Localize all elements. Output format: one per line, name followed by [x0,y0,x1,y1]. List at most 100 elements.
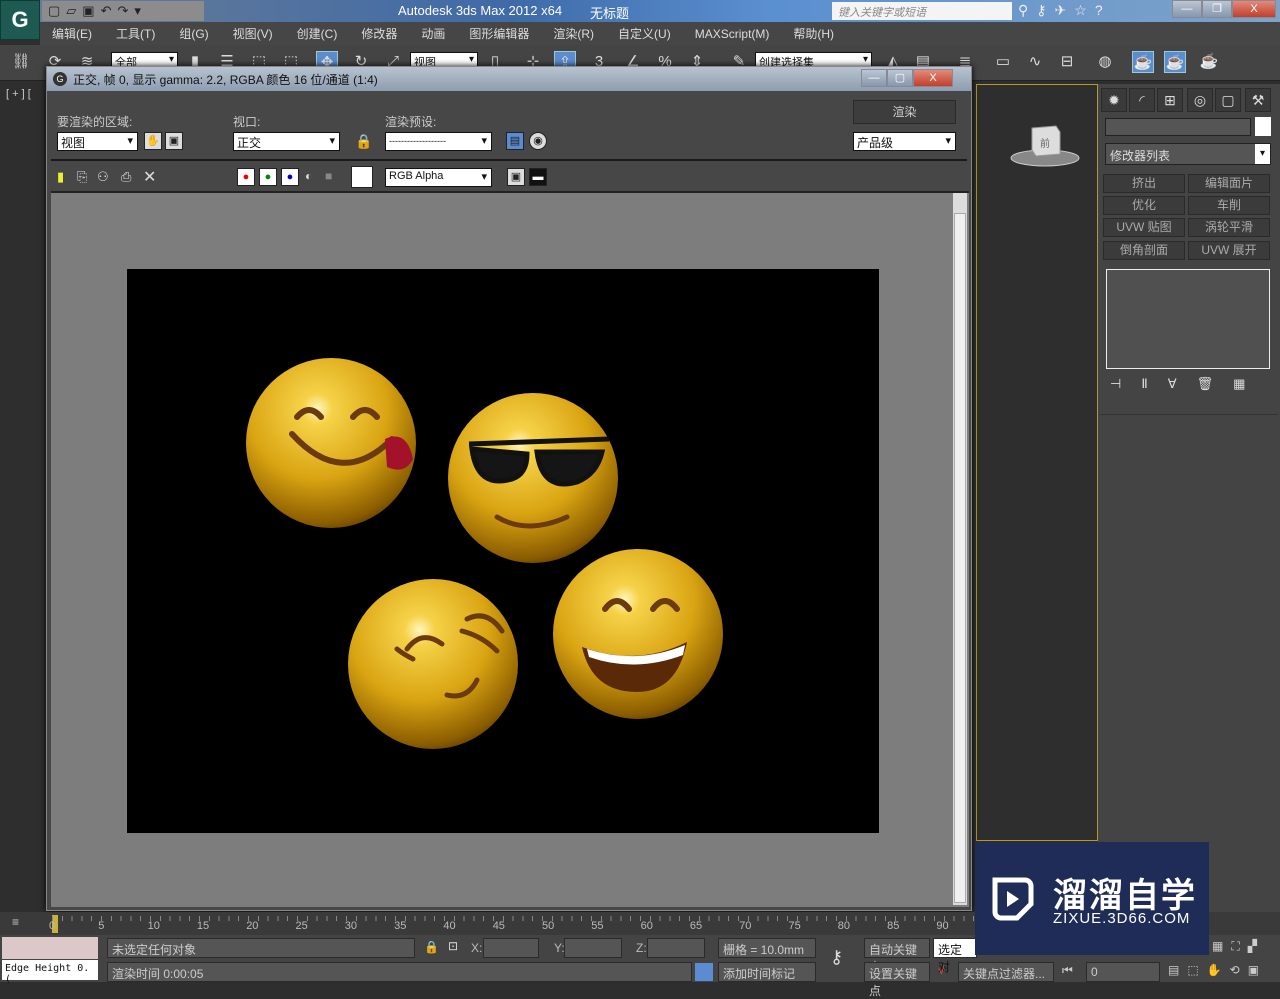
menu-animation[interactable]: 动画 [409,25,457,42]
toggle-track-bar-icon[interactable]: ≡ [12,915,19,929]
key-filters-button[interactable]: 关键点过滤器... [958,962,1054,982]
time-config-icon[interactable]: ▤ [1168,963,1179,977]
utilities-tab-icon[interactable]: ⚒ [1245,88,1271,112]
modifier-button-bevel-profile[interactable]: 倒角剖面 [1103,241,1185,260]
new-file-icon[interactable]: ▢ [48,3,60,19]
modifier-button-unwrap-uvw[interactable]: UVW 展开 [1188,241,1270,260]
alpha-channel-icon[interactable]: ◐ [305,169,312,183]
remove-modifier-icon[interactable]: 🗑 [1197,376,1214,392]
object-color-swatch[interactable] [1255,117,1271,136]
undo-icon[interactable]: ↶ [101,3,112,19]
color-swatch[interactable] [351,166,373,188]
dialog-close-button[interactable]: X [913,69,953,87]
restore-button[interactable]: ❐ [1202,0,1232,18]
customize-dropdown-icon[interactable]: ▾ [134,3,141,19]
display-tab-icon[interactable]: ▢ [1215,88,1241,112]
pan-icon[interactable]: ✋ [1207,963,1222,977]
zoom-extents-icon[interactable]: ▦ [1212,939,1223,954]
show-end-result-icon[interactable]: Ⅱ [1141,376,1147,392]
rendered-frame-window-icon[interactable]: ☕ [1164,51,1186,73]
lock-icon[interactable]: 🔒 [355,133,372,150]
orbit-icon[interactable]: ⟲ [1230,963,1240,977]
absolute-mode-icon[interactable]: ⊡ [448,939,458,953]
x-coordinate-input[interactable] [483,938,539,958]
schematic-view-icon[interactable]: ⊟ [1056,51,1078,73]
motion-tab-icon[interactable]: ◎ [1187,88,1213,112]
toggle-ui-icon[interactable]: ▬ [529,168,547,186]
toggle-ui-overlay-icon[interactable]: ▣ [507,168,525,186]
time-slider[interactable]: 0 5 10 15 20 25 30 35 40 45 50 55 60 65 70 75 80 85 90 [49,912,974,935]
star-icon[interactable]: ☆ [1074,2,1087,19]
menu-rendering[interactable]: 渲染(R) [541,25,606,42]
object-name-field[interactable] [1105,118,1251,136]
modifier-button-turbosmooth[interactable]: 涡轮平滑 [1188,218,1270,237]
configure-modifier-sets-icon[interactable]: ▦ [1233,376,1245,392]
viewport-dropdown[interactable]: 正交 [233,132,340,151]
close-button[interactable]: X [1232,0,1276,18]
dialog-maximize-button[interactable]: ▢ [887,69,913,87]
blue-channel-toggle[interactable]: ● [281,168,299,186]
red-channel-toggle[interactable]: ● [237,168,255,186]
create-tab-icon[interactable]: ✹ [1101,88,1127,112]
modifier-button-optimize[interactable]: 优化 [1103,196,1185,215]
menu-customize[interactable]: 自定义(U) [606,25,683,42]
viewcube[interactable]: 前 [1010,120,1080,170]
selection-lock-icon[interactable]: 🔒 [424,940,439,954]
binoculars-icon[interactable]: ⚲ [1018,2,1028,19]
viewport[interactable] [976,84,1098,841]
key-icon[interactable]: ⚷ [1036,2,1046,19]
link-icon[interactable]: ⛓ [10,51,32,73]
dialog-minimize-button[interactable]: — [861,69,887,87]
menu-maxscript[interactable]: MAXScript(M) [683,27,782,41]
copy-image-icon[interactable]: ⎘ [77,169,87,185]
satellite-icon[interactable]: ✈ [1055,2,1067,19]
menu-views[interactable]: 视图(V) [221,25,285,42]
hierarchy-tab-icon[interactable]: ⊞ [1157,88,1183,112]
minimize-button[interactable]: — [1172,0,1202,18]
maximize-viewport-icon[interactable]: ▣ [1248,963,1259,977]
vertical-scrollbar[interactable] [953,193,967,905]
search-input[interactable]: 键入关键字或短语 [832,2,1012,20]
render-preset-dropdown[interactable]: ------------------- [385,132,492,151]
menu-tools[interactable]: 工具(T) [104,25,167,42]
edit-region-icon[interactable]: ✋ [144,132,162,150]
menu-graph-editors[interactable]: 图形编辑器 [457,25,541,42]
modifier-list-dropdown[interactable]: 修改器列表 [1105,143,1271,165]
modifier-button-extrude[interactable]: 挤出 [1103,174,1185,193]
set-key-button[interactable]: 设置关键点 [864,962,930,998]
viewport-label[interactable]: [ + ] [ [6,88,31,100]
clear-image-icon[interactable]: ✕ [143,167,156,187]
pin-stack-icon[interactable]: ⊣ [1110,376,1121,392]
display-channel-dropdown[interactable]: RGB Alpha [385,168,492,187]
render-setup-icon[interactable]: ▤ [506,132,524,150]
render-button[interactable]: 渲染 [853,100,956,124]
add-time-tag-button[interactable]: 添加时间标记 [718,962,816,982]
zoom-region-icon[interactable]: ⬚ [1187,963,1198,977]
save-icon[interactable]: ▣ [82,3,94,19]
set-key-icon[interactable]: ⚷ [830,947,843,968]
modifier-stack[interactable] [1106,269,1270,369]
zoom-extents-all-icon[interactable]: ⛶ [1231,939,1239,954]
menu-help[interactable]: 帮助(H) [781,25,846,42]
menu-edit[interactable]: 编辑(E) [40,25,104,42]
green-channel-toggle[interactable]: ● [259,168,277,186]
help-icon[interactable]: ? [1095,2,1103,19]
key-tangent-icon[interactable]: √ [938,963,945,977]
z-coordinate-input[interactable] [647,938,705,958]
go-to-start-icon[interactable]: ⏮ [1062,963,1073,978]
auto-key-button[interactable]: 自动关键点 [864,938,930,974]
modifier-button-lathe[interactable]: 车削 [1188,196,1270,215]
y-coordinate-input[interactable] [564,938,622,958]
render-setup-icon[interactable]: ☕ [1132,51,1154,73]
field-of-view-icon[interactable]: ▞ [1248,939,1257,954]
maxscript-listener-input[interactable]: Edge Height 0.( [2,960,98,985]
environment-effects-icon[interactable]: ◉ [529,132,547,150]
auto-region-icon[interactable]: ▣ [165,132,183,150]
open-file-icon[interactable]: ▱ [66,3,76,19]
redo-icon[interactable]: ↷ [118,3,129,19]
time-tag-icon[interactable] [695,963,713,981]
modifier-button-uvw-map[interactable]: UVW 贴图 [1103,218,1185,237]
modifier-button-edit-patch[interactable]: 编辑面片 [1188,174,1270,193]
save-image-icon[interactable]: ▮ [57,169,64,185]
selected-dropdown[interactable]: 选定对 [933,938,977,974]
